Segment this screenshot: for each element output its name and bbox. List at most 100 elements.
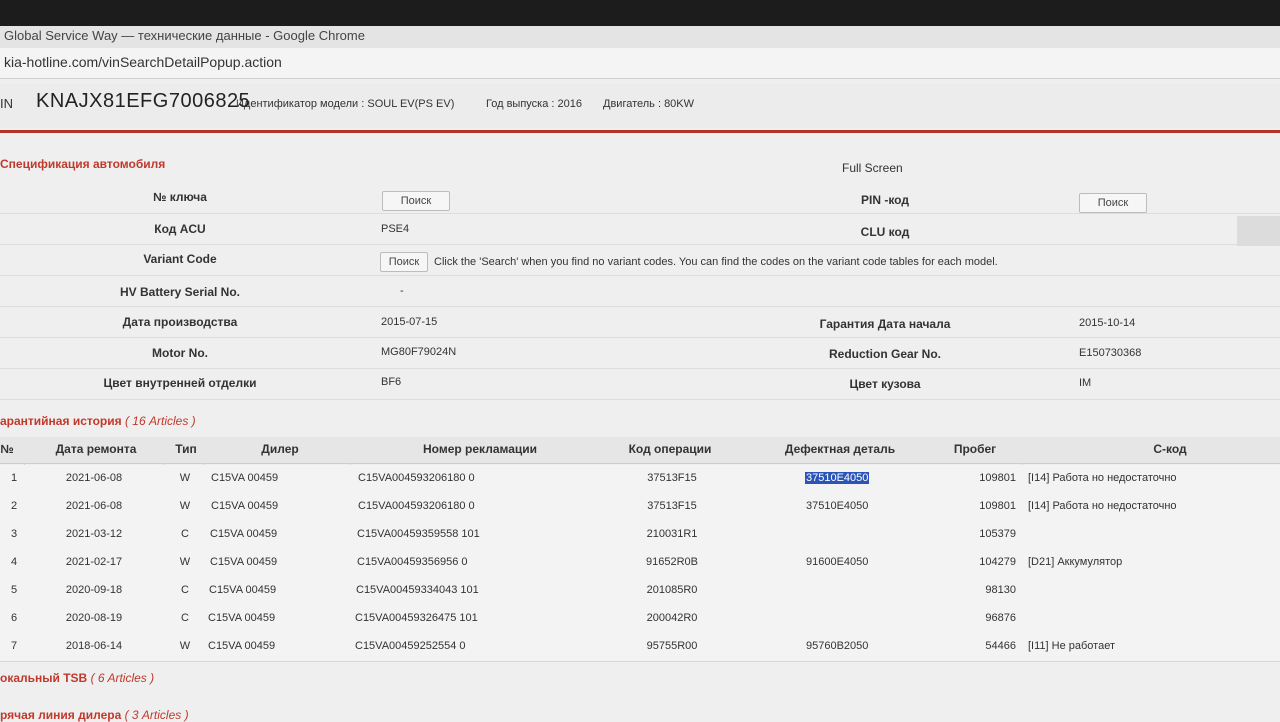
spec-row-colors: Цвет внутренней отделки BF6 Цвет кузова … — [0, 369, 1280, 400]
cell-defect-part: 91600E4050 — [806, 556, 869, 568]
key-search-button[interactable]: Поиск — [382, 191, 450, 211]
col-header[interactable]: С-код — [1130, 442, 1210, 456]
vin-header: IN KNAJX81EFG7006825 Идентификатор модел… — [0, 84, 1280, 128]
cell-no: 5 — [10, 584, 18, 596]
table-row[interactable]: 6 2020-08-19 C C15VA 00459 C15VA00459326… — [0, 605, 1280, 634]
cell-c-code: [I14] Работа но недостаточно — [1028, 472, 1177, 484]
warranty-start-value: 2015-10-14 — [1079, 317, 1136, 329]
variant-hint: Click the 'Search' when you find no vari… — [434, 256, 998, 268]
local-tsb-title[interactable]: окальный TSB ( 6 Articles ) — [0, 671, 154, 685]
table-header: № Дата ремонта Тип Дилер Номер рекламаци… — [0, 437, 1280, 464]
cell-claim: C15VA004593206180 0 — [358, 500, 475, 512]
cell-type: W — [179, 556, 191, 568]
cell-dealer: C15VA 00459 — [211, 500, 279, 512]
engine-info: Двигатель : 80KW — [603, 98, 695, 110]
cell-op-code: 95755R00 — [646, 640, 698, 652]
cell-dealer: C15VA 00459 — [210, 556, 278, 568]
variant-label: Variant Code — [143, 252, 217, 266]
cell-date: 2020-08-19 — [65, 612, 123, 624]
vin-label: IN — [0, 96, 13, 111]
cell-claim: C15VA00459359558 101 — [357, 528, 480, 540]
table-row[interactable]: 2 2021-06-08 W C15VA 00459 C15VA00459320… — [0, 493, 1280, 522]
col-header[interactable]: Дата ремонта — [36, 442, 156, 456]
cell-claim: C15VA004593206180 0 — [358, 472, 475, 484]
model-year: Год выпуска : 2016 — [486, 98, 582, 110]
warranty-history-title[interactable]: арантийная история ( 16 Articles ) — [0, 414, 196, 428]
cell-claim: C15VA00459252554 0 — [355, 640, 466, 652]
warranty-start-label: Гарантия Дата начала — [819, 317, 951, 331]
spec-section-title[interactable]: Спецификация автомобиля — [0, 157, 165, 171]
cell-op-code: 91652R0B — [646, 556, 698, 568]
table-row[interactable]: 7 2018-06-14 W C15VA 00459 C15VA00459252… — [0, 633, 1280, 662]
table-row[interactable]: 3 2021-03-12 C C15VA 00459 C15VA00459359… — [0, 521, 1280, 550]
col-header[interactable]: Дилер — [240, 442, 320, 456]
spec-table: № ключа Поиск PIN -код Поиск Код ACU PSE… — [0, 183, 1280, 400]
table-row[interactable]: 4 2021-02-17 W C15VA 00459 C15VA00459356… — [0, 549, 1280, 578]
cell-no: 3 — [10, 528, 18, 540]
cell-defect-part-selected[interactable]: 37510E4050 — [805, 472, 870, 484]
cell-mileage: 98130 — [985, 584, 1016, 596]
clu-label: CLU код — [860, 225, 910, 239]
model-id: Идентификатор модели : SOUL EV(PS EV) — [236, 98, 455, 110]
cell-date: 2020-09-18 — [65, 584, 123, 596]
gear-value: E150730368 — [1079, 347, 1142, 359]
address-bar[interactable]: kia-hotline.com/vinSearchDetailPopup.act… — [0, 48, 1280, 79]
prod-date-value: 2015-07-15 — [381, 316, 438, 328]
spec-row-acu: Код ACU PSE4 CLU код — [0, 214, 1280, 245]
local-tsb-count: ( 6 Articles ) — [90, 671, 155, 685]
cell-c-code: [I11] Не работает — [1028, 640, 1115, 652]
variant-search-button[interactable]: Поиск — [380, 252, 428, 272]
interior-color-value: BF6 — [381, 376, 402, 388]
cell-type: W — [179, 472, 191, 484]
col-header[interactable]: № — [0, 442, 14, 456]
cell-mileage: 105379 — [979, 528, 1016, 540]
col-header[interactable]: Код операции — [610, 442, 730, 456]
motor-label: Motor No. — [152, 346, 208, 360]
cell-date: 2021-02-17 — [65, 556, 123, 568]
spec-row-hv: HV Battery Serial No. - — [0, 276, 1280, 307]
cell-op-code: 37513F15 — [647, 500, 697, 512]
cell-type: C — [181, 528, 189, 540]
body-color-value: IM — [1079, 377, 1092, 389]
cell-c-code: [I14] Работа но недостаточно — [1028, 500, 1177, 512]
cell-type: C — [181, 584, 189, 596]
acu-label: Код ACU — [154, 222, 206, 236]
cell-claim: C15VA00459356956 0 — [357, 556, 468, 568]
cell-date: 2021-06-08 — [65, 472, 123, 484]
cell-type: C — [181, 612, 189, 624]
col-header[interactable]: Тип — [166, 442, 206, 456]
spec-row-variant: Variant Code Поиск Click the 'Search' wh… — [0, 245, 1280, 276]
cell-date: 2021-06-08 — [65, 500, 123, 512]
pin-search-button[interactable]: Поиск — [1079, 193, 1147, 213]
col-header[interactable]: Номер рекламации — [380, 442, 580, 456]
hv-value: - — [400, 285, 404, 297]
cell-type: W — [179, 500, 191, 512]
spec-row-key: № ключа Поиск PIN -код Поиск — [0, 183, 1280, 214]
cell-no: 2 — [10, 500, 18, 512]
cell-mileage: 96876 — [985, 612, 1016, 624]
empty-cell — [1237, 216, 1280, 246]
browser-title-bar: Global Service Way — технические данные … — [0, 26, 1280, 48]
cell-date: 2021-03-12 — [65, 528, 123, 540]
table-row[interactable]: 1 2021-06-08 W C15VA 00459 C15VA00459320… — [0, 465, 1280, 494]
table-row[interactable]: 5 2020-09-18 C C15VA 00459 C15VA00459334… — [0, 577, 1280, 606]
cell-defect-part: 95760B2050 — [806, 640, 869, 652]
url-text[interactable]: kia-hotline.com/vinSearchDetailPopup.act… — [4, 48, 282, 76]
key-no-label: № ключа — [153, 190, 207, 204]
spec-row-prod-date: Дата производства 2015-07-15 Гарантия Да… — [0, 307, 1280, 338]
vin-number: KNAJX81EFG7006825 — [36, 90, 251, 112]
col-header[interactable]: Пробег — [940, 442, 1010, 456]
cell-defect-part: 37510E4050 — [806, 500, 869, 512]
cell-no: 6 — [10, 612, 18, 624]
warranty-history-count: ( 16 Articles ) — [124, 414, 196, 428]
cell-mileage: 104279 — [979, 556, 1016, 568]
col-header[interactable]: Дефектная деталь — [760, 442, 920, 456]
cell-mileage: 109801 — [979, 500, 1016, 512]
cell-mileage: 109801 — [979, 472, 1016, 484]
cell-dealer: C15VA 00459 — [208, 612, 276, 624]
body-color-label: Цвет кузова — [849, 377, 921, 391]
full-screen-link[interactable]: Full Screen — [842, 161, 903, 175]
interior-color-label: Цвет внутренней отделки — [103, 376, 257, 390]
cell-dealer: C15VA 00459 — [210, 528, 278, 540]
acu-value: PSE4 — [381, 223, 410, 235]
